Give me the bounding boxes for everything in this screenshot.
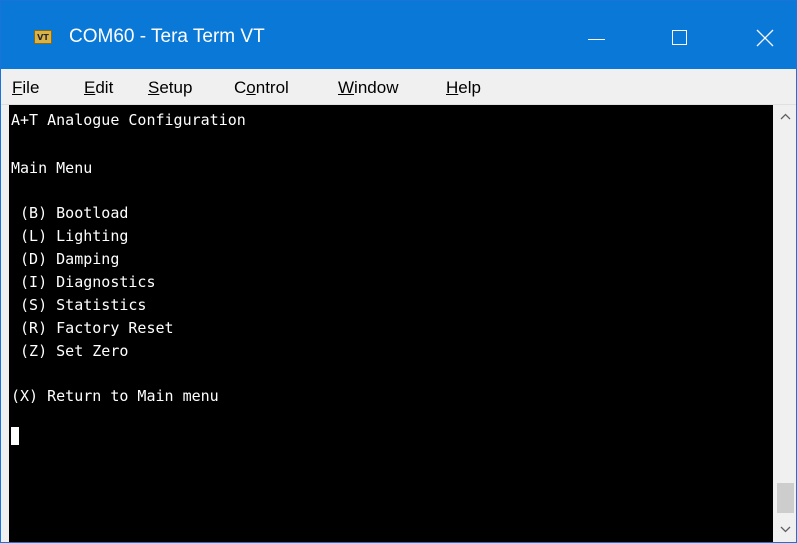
terminal-line: (L) Lighting: [11, 227, 129, 245]
terminal-line: (Z) Set Zero: [11, 342, 129, 360]
menu-edit-accel: E: [84, 78, 96, 97]
menu-window-accel: W: [338, 78, 355, 97]
vertical-scrollbar[interactable]: [775, 105, 796, 542]
menu-setup-accel: S: [148, 78, 160, 97]
menu-setup-rest: etup: [159, 78, 193, 97]
menu-control-pre: C: [234, 78, 247, 97]
menu-control-rest: ntrol: [255, 78, 289, 97]
menu-file[interactable]: File: [12, 77, 39, 99]
terminal-line: Main Menu: [11, 159, 93, 177]
menu-control[interactable]: Control: [234, 77, 289, 99]
menu-help[interactable]: Help: [446, 77, 481, 99]
menu-bar: File Edit Setup Control Window Help: [1, 69, 796, 105]
menu-control-accel: o: [246, 78, 256, 97]
teraterm-window: VT COM60 - Tera Term VT File Edit Setup …: [0, 0, 797, 543]
menu-help-rest: elp: [458, 78, 481, 97]
chevron-down-icon: [780, 526, 791, 533]
maximize-button[interactable]: [650, 1, 710, 69]
scroll-up-button[interactable]: [775, 105, 796, 129]
menu-file-accel: F: [12, 78, 23, 97]
app-icon: VT: [34, 30, 52, 44]
menu-window[interactable]: Window: [338, 77, 398, 99]
terminal-cursor: [11, 427, 19, 445]
terminal-line: (I) Diagnostics: [11, 273, 156, 291]
window-title: COM60 - Tera Term VT: [69, 26, 265, 47]
minimize-button[interactable]: [566, 1, 626, 69]
terminal-line: (B) Bootload: [11, 204, 129, 222]
menu-setup[interactable]: Setup: [148, 77, 192, 99]
terminal-line: (R) Factory Reset: [11, 319, 174, 337]
scroll-thumb[interactable]: [777, 483, 794, 513]
menu-file-rest: ile: [22, 78, 40, 97]
terminal-line: A+T Analogue Configuration: [11, 111, 246, 129]
close-button[interactable]: [736, 1, 796, 69]
menu-edit[interactable]: Edit: [84, 77, 113, 99]
chevron-up-icon: [780, 113, 791, 120]
terminal-screen[interactable]: A+T Analogue Configuration Main Menu (B)…: [9, 105, 773, 542]
menu-window-rest: indow: [354, 78, 399, 97]
title-bar[interactable]: VT COM60 - Tera Term VT: [1, 1, 796, 69]
menu-help-accel: H: [446, 78, 459, 97]
scroll-down-button[interactable]: [775, 518, 796, 542]
terminal-line: (S) Statistics: [11, 296, 147, 314]
close-icon: [756, 29, 774, 47]
menu-edit-rest: dit: [95, 78, 114, 97]
terminal-line: (X) Return to Main menu: [11, 387, 219, 405]
terminal-line: (D) Damping: [11, 250, 120, 268]
